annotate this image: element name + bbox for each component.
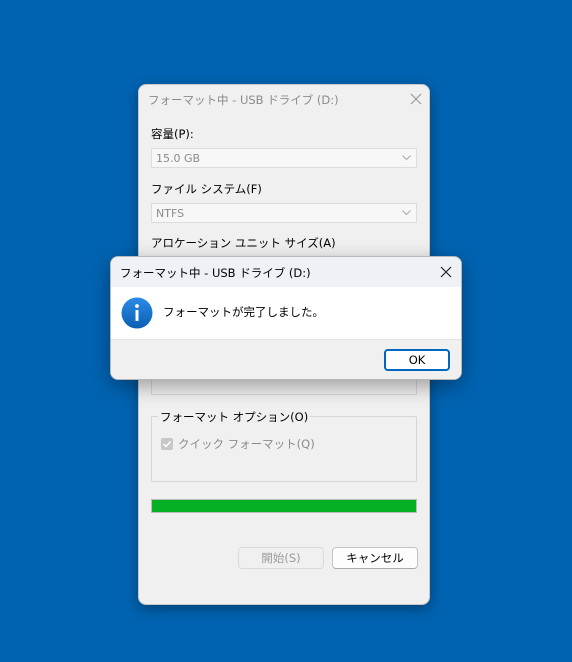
start-button[interactable]: 開始(S): [238, 547, 324, 569]
allocation-label: アロケーション ユニット サイズ(A): [151, 236, 336, 250]
volume-label-field-partial: [151, 379, 417, 395]
format-options-label: フォーマット オプション(O): [158, 409, 311, 425]
ok-button[interactable]: OK: [384, 349, 450, 371]
close-icon[interactable]: [409, 92, 423, 106]
quick-format-checkbox[interactable]: [161, 438, 173, 450]
filesystem-value: NTFS: [156, 207, 185, 220]
message-box-title: フォーマット中 - USB ドライブ (D:): [120, 266, 311, 280]
progress-fill: [152, 500, 416, 512]
message-box-titlebar: フォーマット中 - USB ドライブ (D:): [111, 257, 461, 287]
format-options-group: フォーマット オプション(O) クイック フォーマット(Q): [151, 409, 417, 482]
message-text: フォーマットが完了しました。: [163, 305, 324, 319]
info-icon: [121, 297, 153, 329]
capacity-select[interactable]: 15.0 GB: [151, 148, 417, 168]
format-progress-bar: [151, 499, 417, 513]
close-icon[interactable]: [440, 266, 452, 278]
capacity-label: 容量(P):: [151, 127, 194, 141]
checkmark-icon: [162, 440, 172, 448]
completion-message-box: フォーマット中 - USB ドライブ (D:) フォーマットが完了しました。 O…: [110, 256, 462, 380]
chevron-down-icon: [402, 155, 411, 161]
chevron-down-icon: [402, 210, 411, 216]
filesystem-label: ファイル システム(F): [151, 182, 262, 196]
message-box-footer: OK: [111, 339, 461, 379]
format-dialog-title: フォーマット中 - USB ドライブ (D:): [148, 93, 339, 107]
filesystem-select[interactable]: NTFS: [151, 203, 417, 223]
capacity-value: 15.0 GB: [156, 152, 201, 165]
cancel-button[interactable]: キャンセル: [332, 547, 418, 569]
quick-format-label: クイック フォーマット(Q): [178, 437, 315, 451]
